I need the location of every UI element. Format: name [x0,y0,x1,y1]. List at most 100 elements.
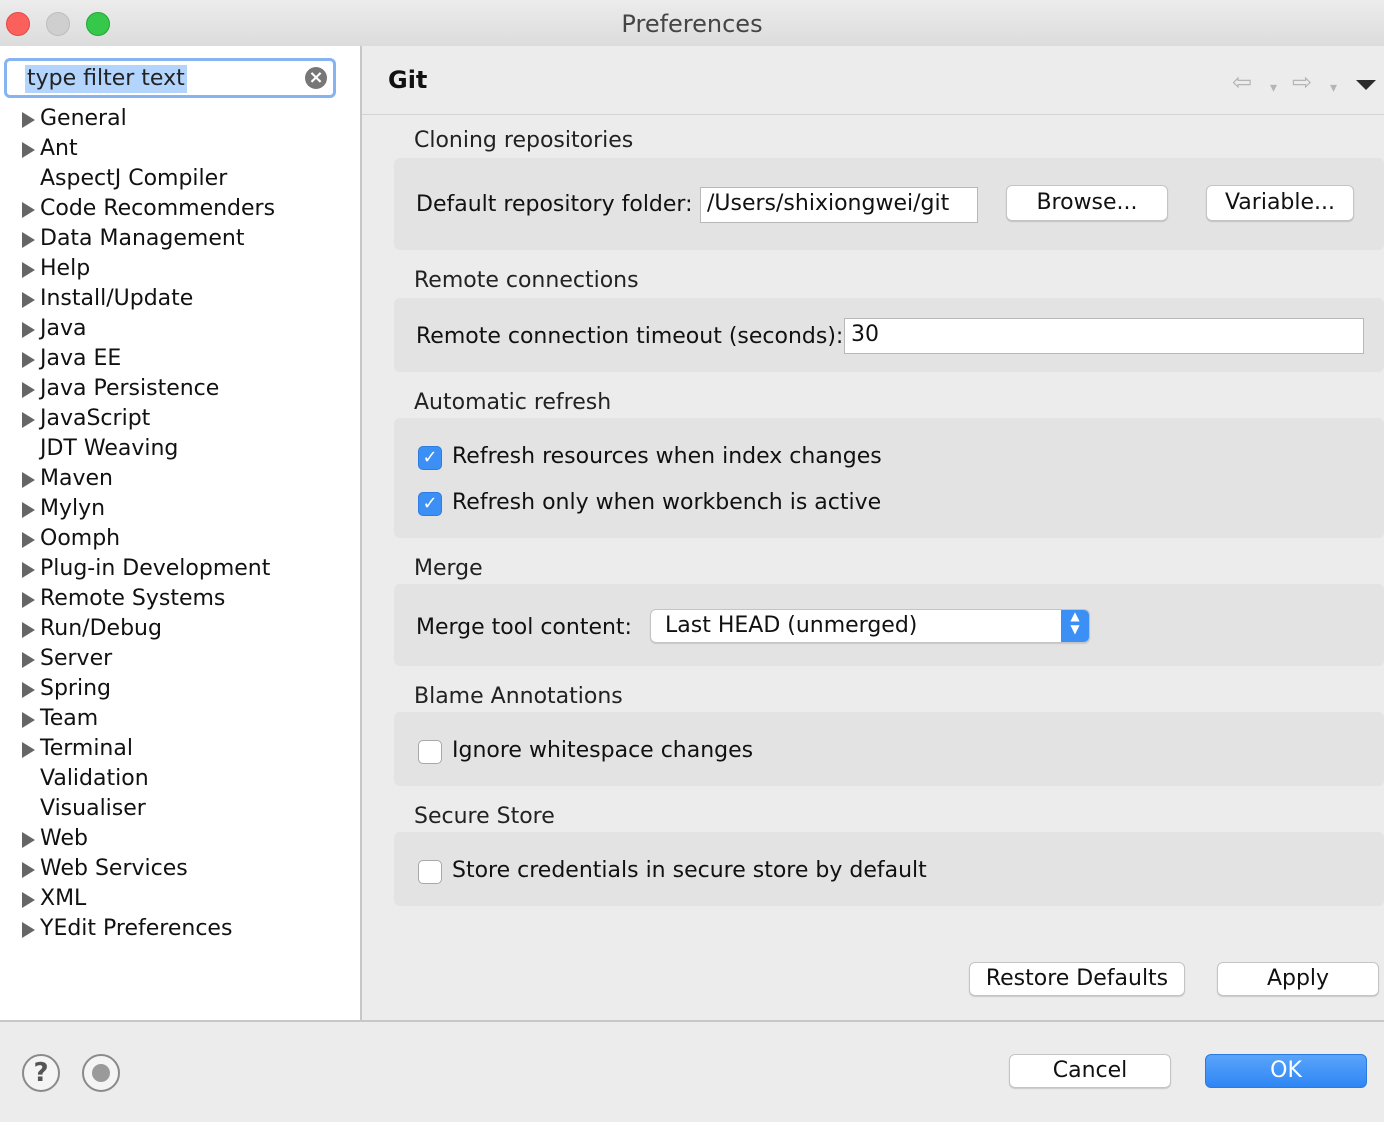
variable-button[interactable]: Variable... [1206,185,1354,221]
tree-item[interactable]: Visualiser [0,794,358,824]
expand-arrow-icon[interactable] [22,562,35,578]
expand-arrow-icon[interactable] [22,832,35,848]
import-export-icon[interactable] [82,1054,120,1092]
blame-group: Ignore whitespace changes [394,712,1384,786]
tree-item[interactable]: JDT Weaving [0,434,358,464]
preference-tree: General Ant AspectJ Compiler Code Recommend… [0,104,358,944]
secure-store-label[interactable]: Store credentials in secure store by def… [452,858,927,883]
tree-item[interactable]: Ant [0,134,358,164]
ignore-whitespace-label[interactable]: Ignore whitespace changes [452,738,753,763]
tree-item-label: Remote Systems [40,586,226,611]
tree-item-label: Web Services [40,856,188,881]
tree-item-label: Server [40,646,113,671]
expand-arrow-icon[interactable] [22,382,35,398]
tree-item[interactable]: Java [0,314,358,344]
tree-item[interactable]: Plug-in Development [0,554,358,584]
tree-item-label: Web [40,826,88,851]
tree-item[interactable]: Mylyn [0,494,358,524]
tree-item[interactable]: Validation [0,764,358,794]
expand-arrow-icon[interactable] [22,292,35,308]
remote-group: Remote connection timeout (seconds): 30 [394,298,1384,372]
apply-button[interactable]: Apply [1217,962,1379,996]
merge-group: Merge tool content: Last HEAD (unmerged)… [394,584,1384,666]
expand-arrow-icon[interactable] [22,322,35,338]
view-menu-icon[interactable] [1356,80,1376,90]
restore-defaults-button[interactable]: Restore Defaults [969,962,1185,996]
default-folder-label: Default repository folder: [416,192,693,217]
tree-item[interactable]: Web [0,824,358,854]
filter-input[interactable]: type filter text × [4,58,336,98]
expand-arrow-icon[interactable] [22,202,35,218]
default-folder-field[interactable]: /Users/shixiongwei/git [700,187,978,223]
secure-heading: Secure Store [414,804,555,829]
tree-item-label: AspectJ Compiler [40,166,228,191]
tree-item[interactable]: Java Persistence [0,374,358,404]
expand-arrow-icon[interactable] [22,892,35,908]
expand-arrow-icon[interactable] [22,862,35,878]
refresh-active-label[interactable]: Refresh only when workbench is active [452,490,881,515]
tree-item[interactable]: YEdit Preferences [0,914,358,944]
tree-item[interactable]: General [0,104,358,134]
dialog-footer: ? Cancel OK [0,1020,1384,1122]
ignore-whitespace-checkbox[interactable] [418,740,442,764]
ok-button[interactable]: OK [1205,1054,1367,1088]
tree-item-label: Install/Update [40,286,194,311]
secure-group: Store credentials in secure store by def… [394,832,1384,906]
expand-arrow-icon[interactable] [22,262,35,278]
expand-arrow-icon[interactable] [22,682,35,698]
tree-item[interactable]: Data Management [0,224,358,254]
expand-arrow-icon[interactable] [22,742,35,758]
tree-item[interactable]: Java EE [0,344,358,374]
expand-arrow-icon[interactable] [22,412,35,428]
browse-button[interactable]: Browse... [1006,185,1168,221]
forward-arrow-icon[interactable]: ⇨ [1292,70,1312,94]
tree-item-label: General [40,106,127,131]
expand-arrow-icon[interactable] [22,502,35,518]
expand-arrow-icon[interactable] [22,652,35,668]
tree-item[interactable]: JavaScript [0,404,358,434]
back-arrow-icon[interactable]: ⇦ [1232,70,1252,94]
tree-item[interactable]: Run/Debug [0,614,358,644]
tree-item[interactable]: Terminal [0,734,358,764]
tree-item[interactable]: Server [0,644,358,674]
tree-item-label: Terminal [40,736,133,761]
expand-arrow-icon[interactable] [22,472,35,488]
tree-item-label: Run/Debug [40,616,162,641]
tree-item[interactable]: Oomph [0,524,358,554]
tree-item[interactable]: Install/Update [0,284,358,314]
forward-dropdown-icon[interactable]: ▾ [1330,76,1337,100]
tree-item[interactable]: AspectJ Compiler [0,164,358,194]
tree-item[interactable]: Web Services [0,854,358,884]
expand-arrow-icon[interactable] [22,532,35,548]
tree-item[interactable]: Maven [0,464,358,494]
secure-store-checkbox[interactable] [418,860,442,884]
cancel-button[interactable]: Cancel [1009,1054,1171,1088]
back-dropdown-icon[interactable]: ▾ [1270,76,1277,100]
expand-arrow-icon[interactable] [22,352,35,368]
tree-item-label: Code Recommenders [40,196,276,221]
expand-arrow-icon[interactable] [22,622,35,638]
tree-item[interactable]: Spring [0,674,358,704]
expand-arrow-icon[interactable] [22,712,35,728]
tree-item[interactable]: Team [0,704,358,734]
tree-item[interactable]: XML [0,884,358,914]
refresh-index-label[interactable]: Refresh resources when index changes [452,444,882,469]
expand-arrow-icon[interactable] [22,232,35,248]
tree-item[interactable]: Code Recommenders [0,194,358,224]
tree-item[interactable]: Help [0,254,358,284]
expand-arrow-icon[interactable] [22,592,35,608]
expand-arrow-icon[interactable] [22,142,35,158]
expand-arrow-icon[interactable] [22,112,35,128]
tree-item-label: Mylyn [40,496,106,521]
refresh-index-checkbox[interactable]: ✓ [418,446,442,470]
merge-tool-label: Merge tool content: [416,615,632,640]
tree-item[interactable]: Remote Systems [0,584,358,614]
help-icon[interactable]: ? [22,1054,60,1092]
timeout-field[interactable]: 30 [844,318,1364,354]
expand-arrow-icon[interactable] [22,922,35,938]
refresh-active-checkbox[interactable]: ✓ [418,492,442,516]
tree-item-label: Visualiser [40,796,146,821]
merge-tool-select[interactable]: Last HEAD (unmerged) ▲ ▼ [650,609,1090,643]
clear-filter-icon[interactable]: × [305,67,327,89]
filter-text[interactable]: type filter text [25,65,187,93]
